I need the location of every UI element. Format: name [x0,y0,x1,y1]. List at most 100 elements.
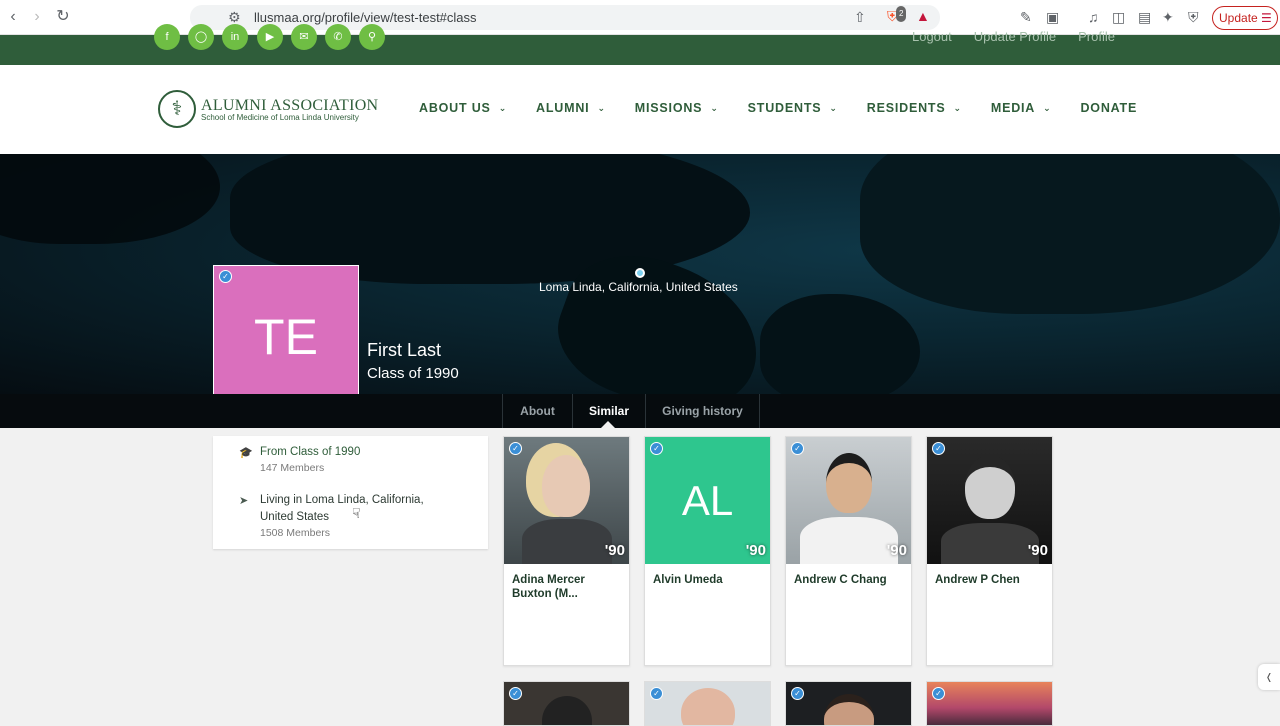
filter-class-title[interactable]: From Class of 1990 [260,444,360,461]
facebook-icon[interactable]: f [154,24,180,50]
tab-about[interactable]: About [502,394,572,428]
map-location-label: Loma Linda, California, United States [539,280,738,294]
nav-label: DONATE [1080,101,1138,115]
menu-icon[interactable]: ☰ [1261,7,1272,29]
alumni-photo-head [542,696,592,725]
tab-giving-history[interactable]: Giving history [645,394,760,428]
alumni-card[interactable]: ✓ '90 Adina Mercer Buxton (M... [503,436,630,666]
phone-icon[interactable]: ✆ [325,24,351,50]
account-links: Logout Update Profile Profile [912,29,1115,44]
hand-cursor-icon: ☟ [352,505,361,521]
alumni-card[interactable]: ✓ [785,681,912,726]
map-landmass [0,154,220,244]
chevron-down-icon: ⌄ [498,102,508,113]
share-icon[interactable]: ⇧ [854,9,866,25]
back-icon[interactable]: ‹ [4,8,22,26]
alumni-initials: AL [681,477,734,524]
nav-residents[interactable]: RESIDENTS ⌄ [867,101,962,115]
alumni-name[interactable]: Adina Mercer Buxton (M... [512,573,624,601]
logout-link[interactable]: Logout [912,29,952,44]
extensions-icon[interactable]: ✎ [1020,9,1032,25]
map-landmass [860,154,1280,314]
similar-filters-panel: 🎓 From Class of 1990 147 Members ➤ Livin… [213,436,488,549]
caduceus-logo-icon[interactable]: ⚕ [158,90,196,128]
alumni-photo-head [965,455,1015,519]
wallet-icon[interactable]: ▤ [1138,9,1151,25]
music-icon[interactable]: ♫ [1088,9,1099,25]
alumni-card[interactable]: ✓ '90 Andrew P Chen [926,436,1053,666]
avatar-initials: TE [254,309,318,365]
filter-class-count: 147 Members [260,462,325,474]
profile-tabs: About Similar Giving history [0,394,1280,428]
alumni-card[interactable]: AL ✓ '90 Alvin Umeda [644,436,771,666]
location-pin-icon [635,268,645,278]
nav-students[interactable]: STUDENTS ⌄ [748,101,838,115]
rewards-icon[interactable]: ▲ [916,8,930,24]
alumni-card[interactable]: ✓ [926,681,1053,726]
nav-label: STUDENTS [747,101,822,115]
alumni-photo-body [522,519,612,564]
nav-alumni[interactable]: ALUMNI ⌄ [536,101,606,115]
alumni-name[interactable]: Alvin Umeda [653,573,765,587]
email-icon[interactable]: ✉ [291,24,317,50]
update-button[interactable]: Update ☰ [1212,6,1278,30]
verified-check-icon: ✓ [932,687,945,700]
nav-label: ABOUT US [419,101,491,115]
reload-icon[interactable]: ↻ [54,8,72,26]
map-landmass [760,294,920,394]
nav-label: ALUMNI [536,101,590,115]
nav-label: MEDIA [990,101,1036,115]
linkedin-icon[interactable]: in [222,24,248,50]
alumni-card[interactable]: ✓ [503,681,630,726]
top-utility-bar: f ◯ in ▶ ✉ ✆ ⚲ Logout Update Profile Pro… [0,24,1280,65]
chevron-down-icon: ⌄ [1043,102,1052,113]
vpn-icon[interactable]: ⛨ [1188,9,1199,25]
filter-location-count: 1508 Members [260,527,331,539]
class-year-badge: '90 [886,542,907,559]
verified-check-icon: ✓ [219,270,232,283]
update-profile-link[interactable]: Update Profile [974,29,1056,44]
active-tab-indicator [601,421,615,428]
chevron-down-icon: ⌄ [710,102,719,113]
nav-label: RESIDENTS [866,101,946,115]
feedback-tab-icon[interactable]: ❬ [1258,664,1280,690]
class-year-badge: '90 [745,542,766,559]
search-icon[interactable]: ⚲ [359,24,385,50]
nav-media[interactable]: MEDIA ⌄ [991,101,1052,115]
verified-check-icon: ✓ [650,687,663,700]
alumni-photo-head [681,688,735,725]
site-settings-icon[interactable]: ⚙ [228,9,241,25]
profile-link[interactable]: Profile [1078,29,1115,44]
verified-check-icon: ✓ [650,442,663,455]
sidebar-icon[interactable]: ◫ [1112,9,1125,25]
alumni-photo-head [824,694,874,725]
alumni-photo-head [826,453,872,513]
alumni-photo-body [941,523,1039,564]
alumni-card[interactable]: ✓ '90 Andrew C Chang [785,436,912,666]
location-arrow-icon: ➤ [239,495,249,507]
leo-ai-icon[interactable]: ✦ [1162,9,1174,25]
nav-label: MISSIONS [634,101,703,115]
verified-check-icon: ✓ [509,687,522,700]
verified-check-icon: ✓ [791,442,804,455]
profile-name: First Last [367,340,442,360]
chevron-down-icon: ⌄ [953,102,962,113]
main-navigation: ABOUT US ⌄ ALUMNI ⌄ MISSIONS ⌄ STUDENTS ⌄ RE… [419,101,1137,115]
profile-hero-map: Loma Linda, California, United States Fi… [0,154,1280,394]
forward-icon[interactable]: › [28,8,46,26]
nav-missions[interactable]: MISSIONS ⌄ [635,101,719,115]
nav-donate[interactable]: DONATE [1080,101,1137,115]
youtube-icon[interactable]: ▶ [257,24,283,50]
alumni-photo-head [542,455,590,517]
profile-class: Class of 1990 [367,365,459,382]
alumni-name[interactable]: Andrew C Chang [794,573,906,587]
instagram-icon[interactable]: ◯ [188,24,214,50]
screenshot-icon[interactable]: ▣ [1046,9,1059,25]
chevron-down-icon: ⌄ [829,102,838,113]
alumni-card[interactable]: ✓ [644,681,771,726]
nav-about-us[interactable]: ABOUT US ⌄ [419,101,507,115]
verified-check-icon: ✓ [791,687,804,700]
verified-check-icon: ✓ [932,442,945,455]
alumni-name[interactable]: Andrew P Chen [935,573,1047,587]
logo-subtitle: School of Medicine of Loma Linda Univers… [201,113,359,122]
